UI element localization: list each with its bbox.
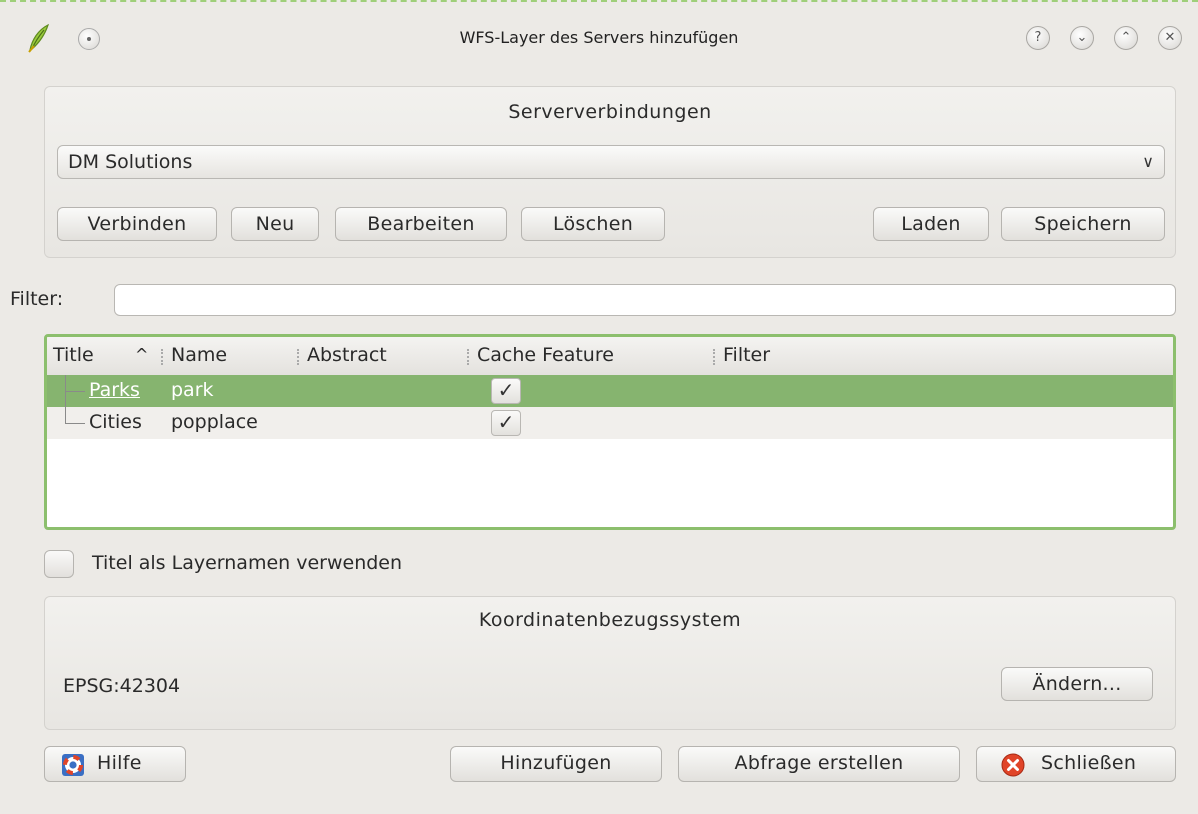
close-button[interactable]: Schließen	[976, 746, 1176, 782]
close-button-label: Schließen	[1041, 752, 1137, 774]
load-button-label: Laden	[901, 213, 961, 235]
edit-button-label: Bearbeiten	[367, 213, 475, 235]
build-query-button[interactable]: Abfrage erstellen	[678, 746, 960, 782]
cache-feature-checkbox[interactable]: ✓	[491, 410, 521, 436]
row-title: Cities	[89, 411, 142, 433]
row-name: popplace	[171, 411, 258, 433]
column-header-name[interactable]: Name	[171, 344, 227, 366]
add-button[interactable]: Hinzufügen	[450, 746, 662, 782]
crs-value: EPSG:42304	[63, 675, 181, 697]
crs-group-title: Koordinatenbezugssystem	[478, 609, 742, 631]
load-button[interactable]: Laden	[873, 207, 989, 241]
server-connections-title: Serververbindungen	[508, 101, 712, 123]
build-query-button-label: Abfrage erstellen	[734, 752, 904, 774]
column-header-title[interactable]: Title	[53, 344, 94, 366]
use-title-label[interactable]: Titel als Layernamen verwenden	[92, 552, 402, 574]
minimize-button[interactable]: ⌄	[1070, 26, 1094, 50]
close-window-button[interactable]: ✕	[1158, 26, 1182, 50]
help-button-label: Hilfe	[97, 752, 142, 774]
use-title-checkbox[interactable]	[44, 550, 74, 578]
connect-button-label: Verbinden	[87, 213, 187, 235]
tree-branch-line	[65, 391, 85, 392]
column-separator[interactable]	[713, 349, 717, 365]
row-name: park	[171, 379, 214, 401]
column-header-cache-feature[interactable]: Cache Feature	[477, 344, 614, 366]
help-window-button[interactable]: ?	[1026, 26, 1050, 50]
delete-button-label: Löschen	[552, 213, 634, 235]
tree-branch-line	[65, 407, 66, 423]
title-bar: WFS-Layer des Servers hinzufügen ? ⌄ ⌃ ✕	[0, 2, 1198, 72]
save-button-label: Speichern	[1034, 213, 1132, 235]
column-header-filter[interactable]: Filter	[723, 344, 770, 366]
filter-input[interactable]	[114, 284, 1176, 316]
sort-ascending-icon: ^	[135, 345, 149, 364]
table-row[interactable]: Parks park ✓	[47, 375, 1173, 407]
crs-group: Koordinatenbezugssystem EPSG:42304 Änder…	[44, 596, 1176, 730]
filter-label: Filter:	[10, 288, 64, 310]
column-separator[interactable]	[297, 349, 301, 365]
close-circle-icon	[1001, 753, 1025, 777]
tree-branch-line	[65, 423, 85, 424]
change-crs-button[interactable]: Ändern...	[1001, 667, 1153, 701]
table-header: Title ^ Name Abstract Cache Feature Filt…	[47, 337, 1173, 375]
help-button[interactable]: Hilfe	[44, 746, 186, 782]
server-connections-group: Serververbindungen DM Solutions ∨ Verbin…	[44, 86, 1176, 258]
cache-feature-checkbox[interactable]: ✓	[491, 378, 521, 404]
connection-select[interactable]: DM Solutions ∨	[57, 145, 1165, 179]
edit-button[interactable]: Bearbeiten	[335, 207, 507, 241]
delete-button[interactable]: Löschen	[521, 207, 665, 241]
column-separator[interactable]	[161, 349, 165, 365]
table-row[interactable]: Cities popplace ✓	[47, 407, 1173, 439]
add-button-label: Hinzufügen	[500, 752, 612, 774]
maximize-button[interactable]: ⌃	[1114, 26, 1138, 50]
column-separator[interactable]	[467, 349, 471, 365]
layer-table[interactable]: Title ^ Name Abstract Cache Feature Filt…	[44, 334, 1176, 530]
row-title: Parks	[89, 379, 140, 401]
chevron-down-icon: ∨	[1142, 152, 1154, 171]
connect-button[interactable]: Verbinden	[57, 207, 217, 241]
help-lifebuoy-icon	[62, 754, 84, 776]
change-crs-button-label: Ändern...	[1032, 673, 1122, 695]
connection-select-value: DM Solutions	[68, 151, 193, 173]
window-title: WFS-Layer des Servers hinzufügen	[459, 28, 739, 47]
column-header-abstract[interactable]: Abstract	[307, 344, 387, 366]
new-button-label: Neu	[255, 213, 295, 235]
new-button[interactable]: Neu	[231, 207, 319, 241]
wfs-dialog-window: WFS-Layer des Servers hinzufügen ? ⌄ ⌃ ✕…	[0, 0, 1198, 814]
save-button[interactable]: Speichern	[1001, 207, 1165, 241]
